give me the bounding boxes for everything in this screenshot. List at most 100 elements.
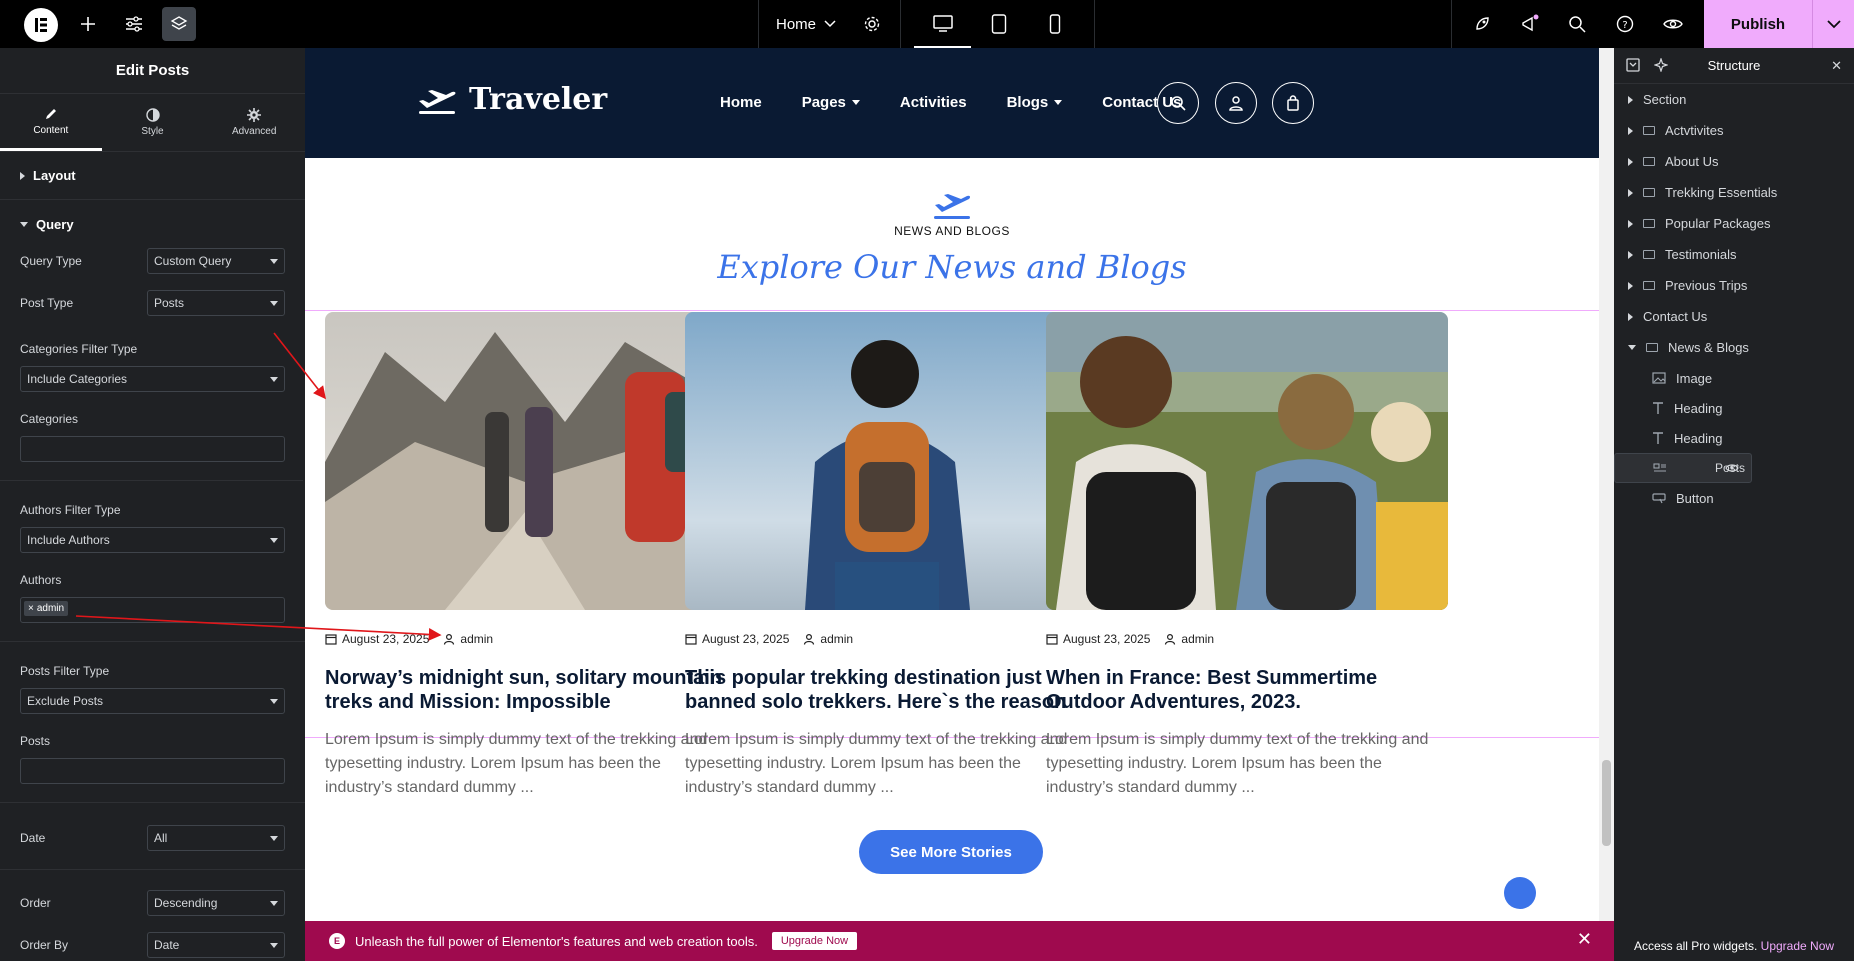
caret-down-icon [1054,100,1063,105]
post-title[interactable]: This popular trekking destination just b… [685,666,1087,714]
post-image-mountain-trek[interactable] [325,312,727,610]
structure-item[interactable]: Trekking Essentials [1614,177,1854,208]
page-settings-gear-icon[interactable] [860,12,884,36]
post-author[interactable]: admin [1164,632,1214,646]
post-image-hikers-field[interactable] [1046,312,1448,610]
post-card[interactable]: August 23, 2025 admin When in France: Be… [1046,312,1448,800]
section-layout-toggle[interactable]: Layout [0,152,305,200]
tablet-icon[interactable] [987,12,1011,36]
categories-input[interactable] [20,436,285,462]
structure-item[interactable]: Previous Trips [1614,270,1854,301]
post-excerpt: Lorem Ipsum is simply dummy text of the … [325,731,708,796]
post-image-backpacker[interactable] [685,312,1087,610]
order-by-select[interactable]: Date [147,932,285,958]
upgrade-now-button[interactable]: Upgrade Now [771,932,858,950]
mobile-icon[interactable] [1043,12,1067,36]
structure-child-item[interactable]: Button [1614,483,1854,513]
tab-content[interactable]: Content [0,94,102,151]
nav-label: Pages [801,94,846,111]
tab-style[interactable]: Style [102,94,204,151]
close-icon[interactable]: ✕ [1577,929,1592,950]
airplane-section-icon [933,190,971,220]
add-element-icon[interactable] [76,12,100,36]
post-card[interactable]: August 23, 2025 admin This popular trekk… [685,312,1087,800]
posts-widget-icon [1653,463,1666,472]
nav-item-activities[interactable]: Activities [900,94,967,111]
section-query-toggle[interactable]: Query [0,200,305,248]
collapse-all-icon[interactable] [1626,58,1640,72]
post-type-select[interactable]: Posts [147,290,285,316]
structure-item[interactable]: Actvtivites [1614,115,1854,146]
posts-filter-type-select[interactable]: Exclude Posts [20,688,285,714]
post-date: August 23, 2025 [325,632,429,646]
rocket-icon[interactable] [1470,12,1494,36]
floating-action-dot[interactable] [1504,877,1536,909]
scrollbar-thumb[interactable] [1602,760,1611,846]
order-select[interactable]: Descending [147,890,285,916]
desktop-icon[interactable] [931,12,955,36]
header-cart-icon[interactable] [1272,82,1314,124]
structure-child-item[interactable]: Heading [1614,393,1854,423]
select-value: Date [154,938,180,952]
structure-layers-icon[interactable] [162,7,196,41]
elementor-logo-icon[interactable] [24,8,58,42]
close-icon[interactable]: ✕ [1831,58,1842,74]
footer-upgrade-link[interactable]: Upgrade Now [1761,939,1834,953]
categories-filter-type-select[interactable]: Include Categories [20,366,285,392]
preview-canvas: Traveler Home Pages Activities Blogs Con… [305,48,1599,961]
date-select[interactable]: All [147,825,285,851]
notifications-megaphone-icon[interactable] [1518,12,1542,36]
publish-button[interactable]: Publish [1704,0,1812,48]
canvas-scrollbar[interactable] [1599,48,1614,921]
post-excerpt: Lorem Ipsum is simply dummy text of the … [685,731,1068,796]
structure-child-item[interactable]: Image [1614,363,1854,393]
structure-item[interactable]: Popular Packages [1614,208,1854,239]
authors-label: Authors [20,573,62,587]
visibility-eye-icon[interactable] [1725,463,1739,473]
help-icon[interactable]: ? [1613,12,1637,36]
sparkle-ai-icon[interactable] [1654,58,1668,72]
search-icon[interactable] [1565,12,1589,36]
structure-child-item-selected[interactable]: Posts [1614,453,1752,483]
authors-filter-type-select[interactable]: Include Authors [20,527,285,553]
publish-options-chevron-icon[interactable] [1812,0,1854,48]
remove-tag-icon[interactable]: × [28,603,34,614]
upgrade-promo-bar: E Unleash the full power of Elementor's … [305,921,1614,961]
structure-child-item[interactable]: Heading [1614,423,1854,453]
preview-eye-icon[interactable] [1661,12,1685,36]
user-icon [804,633,815,645]
header-search-icon[interactable] [1157,82,1199,124]
query-type-select[interactable]: Custom Query [147,248,285,274]
post-title[interactable]: Norway’s midnight sun, solitary mountain… [325,666,727,714]
caret-right-icon [1628,219,1633,228]
site-settings-icon[interactable] [122,12,146,36]
nav-item-blogs[interactable]: Blogs [1007,94,1063,111]
pro-widgets-footer: Access all Pro widgets. Upgrade Now [1614,939,1854,953]
structure-item-label: News & Blogs [1668,340,1749,355]
structure-item-label: Section [1643,92,1687,107]
post-author[interactable]: admin [803,632,853,646]
select-value: Posts [154,296,185,310]
structure-item[interactable]: News & Blogs [1614,332,1854,363]
header-user-icon[interactable] [1215,82,1257,124]
post-card[interactable]: August 23, 2025 admin Norway’s midnight … [325,312,727,800]
author-tag[interactable]: × admin [24,601,69,616]
authors-input[interactable]: × admin [20,597,285,623]
post-title[interactable]: When in France: Best Summertime Outdoor … [1046,666,1448,714]
container-icon [1643,250,1655,259]
nav-item-home[interactable]: Home [720,94,762,111]
page-selector[interactable]: Home [776,0,836,48]
structure-item[interactable]: Section [1614,84,1854,115]
structure-item[interactable]: Contact Us [1614,301,1854,332]
site-logo[interactable]: Traveler [417,82,607,117]
post-author[interactable]: admin [443,632,493,646]
caret-down-icon [270,698,278,704]
nav-item-pages[interactable]: Pages [802,94,860,111]
see-more-stories-button[interactable]: See More Stories [859,830,1043,874]
tab-advanced[interactable]: Advanced [203,94,305,151]
post-date: August 23, 2025 [685,632,789,646]
structure-item[interactable]: About Us [1614,146,1854,177]
posts-input[interactable] [20,758,285,784]
structure-item[interactable]: Testimonials [1614,239,1854,270]
user-icon [1165,633,1176,645]
